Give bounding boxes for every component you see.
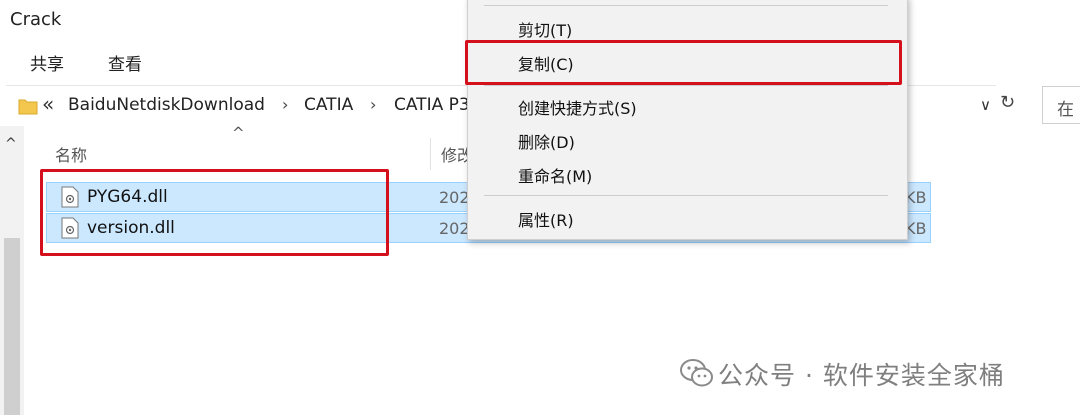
menu-separator: [484, 195, 888, 196]
column-header-name[interactable]: 名称: [55, 142, 87, 166]
menu-item-rename[interactable]: 重命名(M): [518, 163, 592, 187]
annotation-box-copy: [465, 40, 902, 85]
refresh-icon[interactable]: ↻: [1000, 92, 1024, 118]
breadcrumb-catia-p3[interactable]: CATIA P3: [394, 95, 470, 115]
search-input[interactable]: 在: [1042, 86, 1080, 124]
menu-item-delete[interactable]: 删除(D): [518, 129, 575, 153]
menu-separator: [484, 5, 888, 6]
menu-separator: [484, 85, 888, 86]
breadcrumb-arrow[interactable]: ›: [370, 95, 376, 114]
breadcrumb-catia[interactable]: CATIA: [304, 95, 353, 115]
breadcrumb-arrow[interactable]: ›: [282, 95, 288, 114]
watermark-text: 公众号 · 软件安装全家桶: [718, 361, 1005, 390]
search-placeholder: 在: [1057, 100, 1074, 120]
wechat-icon: [680, 359, 713, 387]
nav-scroll-up-button[interactable]: ^: [5, 136, 17, 152]
file-date: 202: [439, 188, 470, 207]
breadcrumb-overflow[interactable]: «: [42, 92, 54, 116]
nav-scrollbar-thumb[interactable]: [4, 238, 20, 415]
file-date: 202: [439, 219, 470, 238]
address-dropdown-button[interactable]: ∨: [980, 96, 991, 114]
navigation-pane[interactable]: [0, 126, 24, 415]
menu-item-create-shortcut[interactable]: 创建快捷方式(S): [518, 95, 637, 119]
sort-ascending-indicator: ^: [232, 124, 245, 142]
menu-item-properties[interactable]: 属性(R): [518, 207, 574, 231]
context-menu: 剪切(T) 复制(C) 创建快捷方式(S) 删除(D) 重命名(M) 属性(R): [467, 0, 908, 240]
menu-item-cut[interactable]: 剪切(T): [518, 17, 572, 41]
column-divider[interactable]: [430, 138, 431, 170]
folder-icon: [18, 99, 38, 115]
file-size: KB: [905, 188, 927, 207]
annotation-box-files: [40, 169, 389, 256]
file-size: KB: [905, 219, 927, 238]
ribbon-tab-view[interactable]: 查看: [108, 50, 142, 75]
ribbon-tab-share[interactable]: 共享: [30, 50, 64, 75]
breadcrumb-baidunetdiskdownload[interactable]: BaiduNetdiskDownload: [68, 95, 265, 115]
window-title: Crack: [10, 9, 62, 30]
